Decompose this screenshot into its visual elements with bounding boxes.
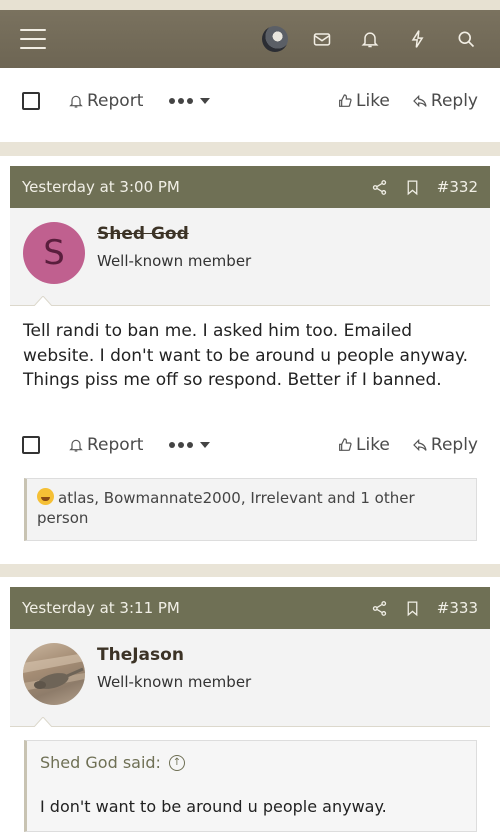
- post-header: Yesterday at 3:00 PM #332: [10, 166, 490, 208]
- bell-report-icon: [69, 439, 83, 452]
- menu-icon[interactable]: [20, 29, 46, 49]
- user-title: Well-known member: [97, 252, 252, 270]
- thumbs-up-icon: [339, 438, 352, 451]
- more-options-button[interactable]: [169, 442, 211, 448]
- reply-icon: [413, 438, 427, 452]
- quote-text: I don't want to be around u people anywa…: [40, 797, 387, 816]
- bell-icon[interactable]: [356, 25, 384, 53]
- post-number[interactable]: #332: [437, 178, 478, 196]
- like-button[interactable]: Like: [337, 91, 390, 111]
- user-info: TheJason Well-known member: [10, 629, 490, 727]
- reply-button[interactable]: Reply: [412, 435, 478, 455]
- mail-icon[interactable]: [308, 25, 336, 53]
- user-info: S Shed God Well-known member: [10, 208, 490, 306]
- report-label: Report: [87, 91, 144, 111]
- select-checkbox[interactable]: [22, 92, 40, 110]
- post-header: Yesterday at 3:11 PM #333: [10, 587, 490, 629]
- username[interactable]: TheJason: [97, 645, 184, 665]
- bookmark-icon[interactable]: [404, 179, 421, 196]
- post-actions: Report Like Reply: [0, 427, 500, 463]
- reply-label: Reply: [430, 435, 478, 455]
- more-options-button[interactable]: [169, 98, 211, 104]
- report-button[interactable]: Report: [68, 91, 143, 111]
- bell-report-icon: [69, 95, 83, 108]
- post-timestamp[interactable]: Yesterday at 3:11 PM: [22, 599, 180, 617]
- quote-author[interactable]: Shed God said:: [40, 753, 161, 772]
- reactions-bar[interactable]: atlas, Bowmannate2000, Irrelevant and 1 …: [24, 478, 477, 541]
- post-timestamp[interactable]: Yesterday at 3:00 PM: [22, 178, 180, 196]
- user-pointer: [34, 717, 52, 727]
- report-label: Report: [87, 435, 144, 455]
- avatar[interactable]: [23, 643, 85, 705]
- search-icon[interactable]: [452, 25, 480, 53]
- reactions-text: atlas, Bowmannate2000, Irrelevant and 1 …: [37, 489, 415, 527]
- like-button[interactable]: Like: [337, 435, 390, 455]
- quote-block: Shed God said: ↑ I don't want to be arou…: [24, 740, 477, 832]
- reply-icon: [413, 94, 427, 108]
- bookmark-icon[interactable]: [404, 600, 421, 617]
- username[interactable]: Shed God: [97, 224, 189, 244]
- lizard-avatar-image: [23, 653, 85, 691]
- select-checkbox[interactable]: [22, 436, 40, 454]
- reply-button[interactable]: Reply: [412, 91, 478, 111]
- arrow-up-circle-icon[interactable]: ↑: [168, 754, 185, 771]
- previous-post-actions: Report Like Reply: [0, 83, 500, 119]
- thumbs-up-icon: [339, 94, 352, 107]
- account-avatar[interactable]: [262, 26, 288, 52]
- like-label: Like: [356, 91, 390, 111]
- avatar-initial: S: [43, 233, 65, 273]
- top-strip: [0, 0, 500, 10]
- post-number[interactable]: #333: [437, 599, 478, 617]
- avatar[interactable]: S: [23, 222, 85, 284]
- post-body: Tell randi to ban me. I asked him too. E…: [23, 321, 469, 390]
- share-icon[interactable]: [371, 179, 388, 196]
- share-icon[interactable]: [371, 600, 388, 617]
- lightning-icon[interactable]: [404, 25, 432, 53]
- laughing-emoji-icon: [37, 488, 54, 505]
- navbar: [0, 10, 500, 68]
- report-button[interactable]: Report: [68, 435, 143, 455]
- user-pointer: [34, 296, 52, 306]
- like-label: Like: [356, 435, 390, 455]
- reply-label: Reply: [430, 91, 478, 111]
- user-title: Well-known member: [97, 673, 252, 691]
